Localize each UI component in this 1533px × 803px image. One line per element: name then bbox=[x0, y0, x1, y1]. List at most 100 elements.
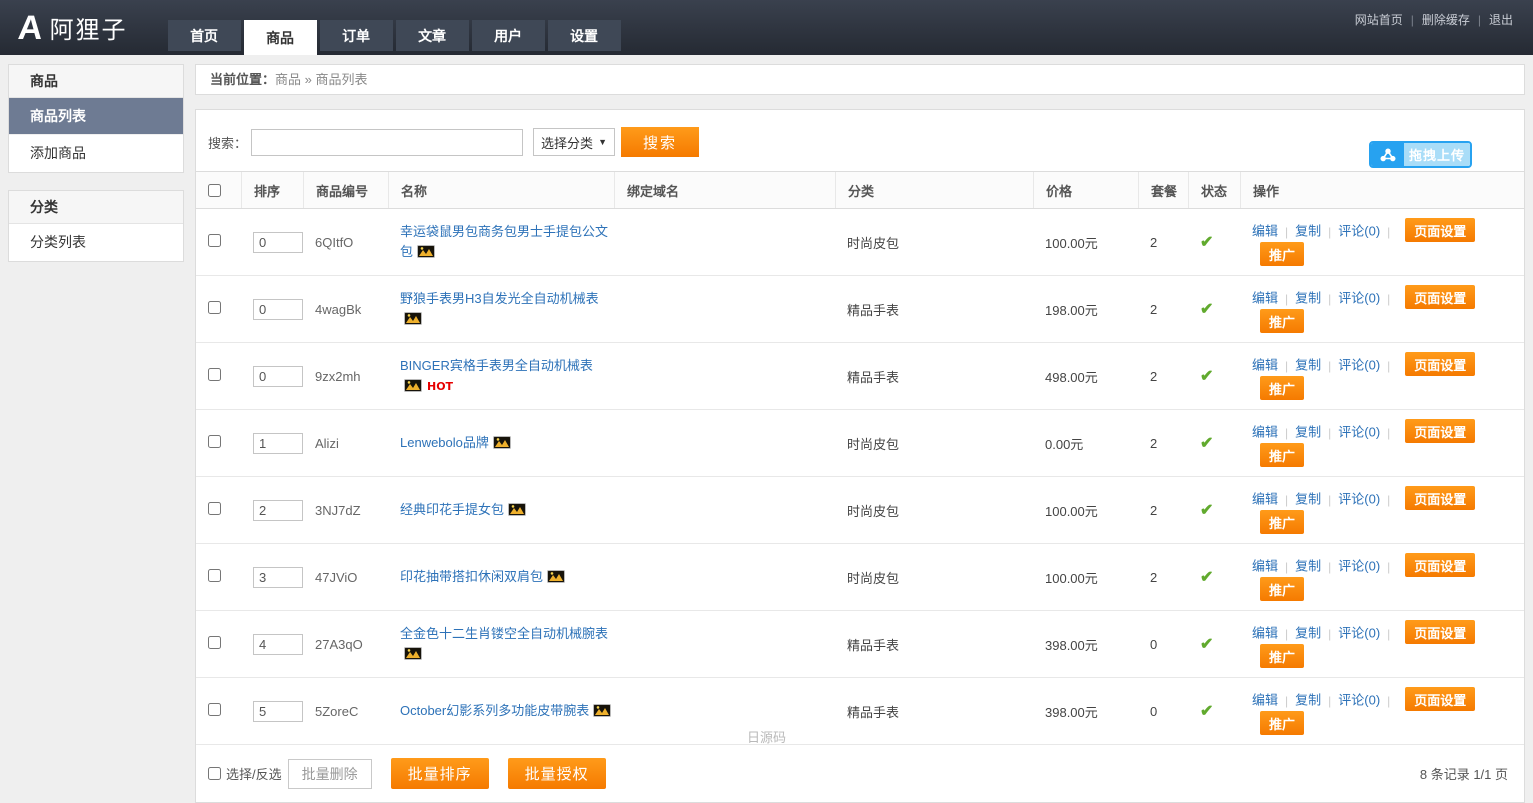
sort-input[interactable] bbox=[253, 366, 303, 387]
sort-input[interactable] bbox=[253, 433, 303, 454]
nav-tab-articles[interactable]: 文章 bbox=[396, 20, 469, 51]
batch-auth-button[interactable]: 批量授权 bbox=[508, 758, 606, 789]
site-home-link[interactable]: 网站首页 bbox=[1355, 13, 1403, 27]
edit-link[interactable]: 编辑 bbox=[1252, 492, 1278, 507]
sort-input[interactable] bbox=[253, 634, 303, 655]
comments-link[interactable]: 评论(0) bbox=[1338, 626, 1380, 641]
comments-link[interactable]: 评论(0) bbox=[1338, 425, 1380, 440]
page-settings-button[interactable]: 页面设置 bbox=[1405, 285, 1475, 309]
comments-link[interactable]: 评论(0) bbox=[1338, 492, 1380, 507]
promote-button[interactable]: 推广 bbox=[1260, 644, 1304, 668]
invert-select-checkbox[interactable] bbox=[208, 767, 221, 780]
row-checkbox[interactable] bbox=[208, 435, 221, 448]
product-name-link[interactable]: 野狼手表男H3自发光全自动机械表 bbox=[400, 291, 599, 306]
logout-link[interactable]: 退出 bbox=[1489, 13, 1513, 27]
edit-link[interactable]: 编辑 bbox=[1252, 358, 1278, 373]
promote-button[interactable]: 推广 bbox=[1260, 443, 1304, 467]
row-checkbox[interactable] bbox=[208, 301, 221, 314]
link-separator: | bbox=[1285, 493, 1288, 507]
edit-link[interactable]: 编辑 bbox=[1252, 291, 1278, 306]
product-name-link[interactable]: October幻影系列多功能皮带腕表 bbox=[400, 703, 589, 718]
edit-link[interactable]: 编辑 bbox=[1252, 559, 1278, 574]
comments-link[interactable]: 评论(0) bbox=[1338, 559, 1380, 574]
sidebar-group-categories: 分类 分类列表 bbox=[8, 190, 184, 262]
page-settings-button[interactable]: 页面设置 bbox=[1405, 687, 1475, 711]
clear-cache-link[interactable]: 删除缓存 bbox=[1422, 13, 1470, 27]
sidebar-item-product-list[interactable]: 商品列表 bbox=[9, 98, 183, 135]
edit-link[interactable]: 编辑 bbox=[1252, 626, 1278, 641]
row-checkbox[interactable] bbox=[208, 703, 221, 716]
page-settings-button[interactable]: 页面设置 bbox=[1405, 620, 1475, 644]
edit-link[interactable]: 编辑 bbox=[1252, 224, 1278, 239]
search-button[interactable]: 搜索 bbox=[621, 127, 699, 157]
promote-button[interactable]: 推广 bbox=[1260, 577, 1304, 601]
comments-link[interactable]: 评论(0) bbox=[1338, 693, 1380, 708]
comments-link[interactable]: 评论(0) bbox=[1338, 224, 1380, 239]
drag-upload-button[interactable]: 拖拽上传 bbox=[1369, 141, 1472, 168]
nav-tab-orders[interactable]: 订单 bbox=[320, 20, 393, 51]
search-input[interactable] bbox=[251, 129, 523, 156]
thumbnail-icon bbox=[404, 647, 422, 660]
page-settings-button[interactable]: 页面设置 bbox=[1405, 218, 1475, 242]
product-name-link[interactable]: 经典印花手提女包 bbox=[400, 502, 504, 517]
table-row: 6QItfO 幸运袋鼠男包商务包男士手提包公文包 时尚皮包 100.00元 2 … bbox=[196, 209, 1524, 276]
row-checkbox[interactable] bbox=[208, 636, 221, 649]
column-header-domain: 绑定域名 bbox=[614, 172, 835, 208]
link-separator: | bbox=[1285, 426, 1288, 440]
sort-input[interactable] bbox=[253, 500, 303, 521]
copy-link[interactable]: 复制 bbox=[1295, 224, 1321, 239]
batch-delete-button[interactable]: 批量删除 bbox=[288, 759, 372, 789]
page-settings-button[interactable]: 页面设置 bbox=[1405, 553, 1475, 577]
product-code: 6QItfO bbox=[315, 235, 353, 250]
sidebar-item-add-product[interactable]: 添加商品 bbox=[9, 135, 183, 172]
sidebar-item-category-list[interactable]: 分类列表 bbox=[9, 224, 183, 261]
main-content: 当前位置：商品 » 商品列表 搜索： 选择分类 ▼ 搜索 拖拽上传 bbox=[195, 64, 1525, 803]
copy-link[interactable]: 复制 bbox=[1295, 425, 1321, 440]
row-checkbox[interactable] bbox=[208, 502, 221, 515]
product-name-link[interactable]: BINGER宾格手表男全自动机械表 bbox=[400, 358, 593, 373]
copy-link[interactable]: 复制 bbox=[1295, 291, 1321, 306]
page-settings-button[interactable]: 页面设置 bbox=[1405, 419, 1475, 443]
promote-button[interactable]: 推广 bbox=[1260, 309, 1304, 333]
package-cell: 2 bbox=[1138, 436, 1188, 451]
nav-tab-settings[interactable]: 设置 bbox=[548, 20, 621, 51]
status-ok-icon: ✔ bbox=[1200, 234, 1213, 251]
row-checkbox[interactable] bbox=[208, 368, 221, 381]
page-settings-button[interactable]: 页面设置 bbox=[1405, 486, 1475, 510]
nav-tab-products[interactable]: 商品 bbox=[244, 20, 317, 55]
copy-link[interactable]: 复制 bbox=[1295, 358, 1321, 373]
comments-link[interactable]: 评论(0) bbox=[1338, 358, 1380, 373]
product-name-link[interactable]: 全金色十二生肖镂空全自动机械腕表 bbox=[400, 626, 608, 641]
nav-tab-users[interactable]: 用户 bbox=[472, 20, 545, 51]
promote-button[interactable]: 推广 bbox=[1260, 510, 1304, 534]
edit-link[interactable]: 编辑 bbox=[1252, 693, 1278, 708]
sort-input[interactable] bbox=[253, 232, 303, 253]
sort-input[interactable] bbox=[253, 701, 303, 722]
thumbnail-icon bbox=[404, 379, 422, 392]
select-all-checkbox[interactable] bbox=[208, 184, 221, 197]
product-name-link[interactable]: Lenwebolo品牌 bbox=[400, 435, 489, 450]
row-checkbox[interactable] bbox=[208, 234, 221, 247]
page-footer-watermark: 日源码 bbox=[0, 727, 1533, 746]
promote-button[interactable]: 推广 bbox=[1260, 242, 1304, 266]
topbar-links: 网站首页|删除缓存|退出 bbox=[1355, 11, 1513, 28]
batch-sort-button[interactable]: 批量排序 bbox=[391, 758, 489, 789]
edit-link[interactable]: 编辑 bbox=[1252, 425, 1278, 440]
nav-tab-home[interactable]: 首页 bbox=[168, 20, 241, 51]
app-logo[interactable]: A 阿狸子 bbox=[18, 10, 128, 45]
category-select[interactable]: 选择分类 ▼ bbox=[533, 128, 615, 156]
column-header-actions: 操作 bbox=[1240, 172, 1524, 208]
product-list-panel: 搜索： 选择分类 ▼ 搜索 拖拽上传 排序 商品编号 bbox=[195, 109, 1525, 803]
copy-link[interactable]: 复制 bbox=[1295, 559, 1321, 574]
copy-link[interactable]: 复制 bbox=[1295, 693, 1321, 708]
copy-link[interactable]: 复制 bbox=[1295, 492, 1321, 507]
copy-link[interactable]: 复制 bbox=[1295, 626, 1321, 641]
page-settings-button[interactable]: 页面设置 bbox=[1405, 352, 1475, 376]
sort-input[interactable] bbox=[253, 567, 303, 588]
promote-button[interactable]: 推广 bbox=[1260, 376, 1304, 400]
product-name-link[interactable]: 印花抽带搭扣休闲双肩包 bbox=[400, 569, 543, 584]
row-checkbox[interactable] bbox=[208, 569, 221, 582]
drag-upload-label: 拖拽上传 bbox=[1404, 143, 1470, 166]
comments-link[interactable]: 评论(0) bbox=[1338, 291, 1380, 306]
sort-input[interactable] bbox=[253, 299, 303, 320]
